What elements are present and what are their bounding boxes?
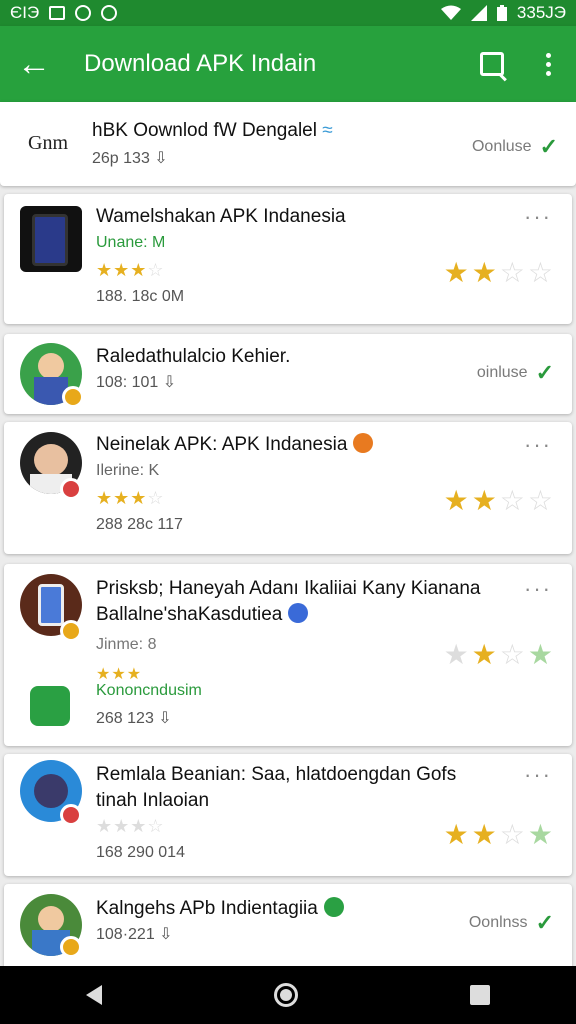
app-name: Neinelak APK: APK Indanesia [96, 434, 348, 455]
download-icon: ⇩ [154, 150, 168, 167]
more-vert-button[interactable] [520, 52, 576, 76]
status-bar: ЄІЭ 335ЈЭ [0, 0, 576, 26]
search-button[interactable] [464, 52, 520, 76]
badge-icon [60, 478, 82, 500]
app-name: Prisksb; Haneyah Adanı Ikaliiai Kany Kia… [96, 578, 481, 599]
app-meta: 26p 133 [92, 150, 150, 167]
back-arrow-icon[interactable]: ← [0, 47, 68, 81]
messenger-icon [75, 5, 92, 21]
nav-home-icon[interactable] [274, 983, 298, 1007]
app-name: Raledathulalcio Kehier. [96, 346, 291, 367]
status-left-text: ЄІЭ [10, 3, 40, 22]
app-name-line2: Ballalne'shaKasdutiea [96, 604, 283, 625]
app-sub: Jinme: 8 [96, 636, 157, 653]
verified-icon [323, 897, 344, 917]
app-name-line2: tinah Inlaoian [96, 790, 210, 811]
download-icon: ⇩ [158, 710, 172, 727]
page-title: Download APK Indain [84, 50, 317, 77]
badge-icon [60, 620, 82, 642]
link-icon: ≈ [322, 120, 333, 141]
large-rating: ★★☆★ [443, 639, 556, 670]
app-meta: 168 290 014 [96, 844, 185, 861]
small-rating: ★★★☆ [96, 260, 165, 280]
more-dots-icon[interactable]: ··· [524, 762, 552, 788]
badge-icon [62, 386, 84, 408]
download-icon: ⇩ [162, 374, 177, 391]
nav-back-icon[interactable] [86, 985, 102, 1005]
app-name: Remlala Beanian: Saa, hlatdoengdan Gofs [96, 764, 457, 785]
app-name: hBK Oownlod fW Dengalel [92, 120, 317, 141]
install-label: oinluse [476, 364, 528, 381]
install-button[interactable]: oinluse ✓ [477, 360, 554, 386]
app-meta: 108·221 [96, 926, 155, 943]
store-icon [30, 686, 70, 726]
large-rating: ★★☆★ [443, 819, 556, 850]
list-item[interactable]: Gnm hBK Oownlod fW Dengalel ≈ 26p 133 ⇩ … [0, 102, 576, 186]
more-vert-icon [545, 52, 551, 76]
app-sub-2: Kononcndusim [96, 682, 202, 699]
list-item[interactable]: Wamelshakan APK Indanesia Unane: M ★★★☆ … [4, 194, 572, 324]
status-time: 335ЈЭ [516, 3, 566, 22]
app-sub: Ilerine: K [96, 462, 160, 479]
app-name: Wamelshakan APK Indanesia [96, 206, 346, 227]
list-item[interactable]: Kalngehs APb Indientagiia 108·221 ⇩ Oonl… [4, 884, 572, 970]
badge-icon [60, 804, 82, 826]
app-meta: 188. 18c 0M [96, 288, 185, 305]
install-button[interactable]: Oonlnss ✓ [469, 910, 554, 936]
install-label: Oonluse [471, 138, 532, 155]
app-meta: 288 28c 117 [96, 516, 183, 533]
small-rating: ★★★☆ [96, 816, 165, 836]
list-item[interactable]: Prisksb; Haneyah Adanı Ikaliiai Kany Kia… [4, 564, 572, 746]
list-item[interactable]: Neinelak APK: APK Indanesia Ilerine: K ★… [4, 422, 572, 554]
more-dots-icon[interactable]: ··· [524, 432, 552, 458]
app-logo-text: Gnm [28, 132, 68, 154]
list-item[interactable]: Remlala Beanian: Saa, hlatdoengdan Gofs … [4, 754, 572, 876]
more-dots-icon[interactable]: ··· [524, 204, 552, 230]
small-rating: ★★★ [96, 666, 143, 683]
large-rating: ★★☆☆ [443, 485, 556, 516]
verified-icon [288, 603, 309, 623]
badge-icon [60, 936, 82, 958]
app-meta: 108: 101 [96, 374, 159, 391]
list-item[interactable]: Raledathulalcio Kehier. 108: 101 ⇩ oinlu… [4, 334, 572, 414]
app-sub: Unane: M [96, 234, 166, 251]
large-rating: ★★☆☆ [443, 257, 556, 288]
navigation-bar [0, 966, 576, 1024]
search-icon [480, 52, 504, 76]
more-dots-icon[interactable]: ··· [524, 576, 552, 602]
app-meta: 268 123 [96, 710, 154, 727]
install-button[interactable]: Oonluse ✓ [472, 134, 558, 160]
app-bar: ← Download APK Indain [0, 26, 576, 102]
verified-icon [353, 433, 374, 453]
nav-recents-icon[interactable] [470, 985, 490, 1005]
check-icon: ✓ [539, 134, 558, 159]
signal-icon [470, 5, 487, 21]
download-icon: ⇩ [159, 926, 173, 943]
app-icon [20, 206, 82, 272]
battery-icon [496, 5, 507, 21]
wifi-icon [440, 5, 461, 20]
check-icon: ✓ [535, 360, 554, 385]
small-rating: ★★★☆ [96, 488, 165, 508]
app-name: Kalngehs APb Indientagiia [96, 898, 318, 919]
notification-box-icon [49, 6, 66, 20]
location-icon [101, 5, 118, 21]
check-icon: ✓ [535, 910, 554, 935]
install-label: Oonlnss [468, 914, 528, 931]
